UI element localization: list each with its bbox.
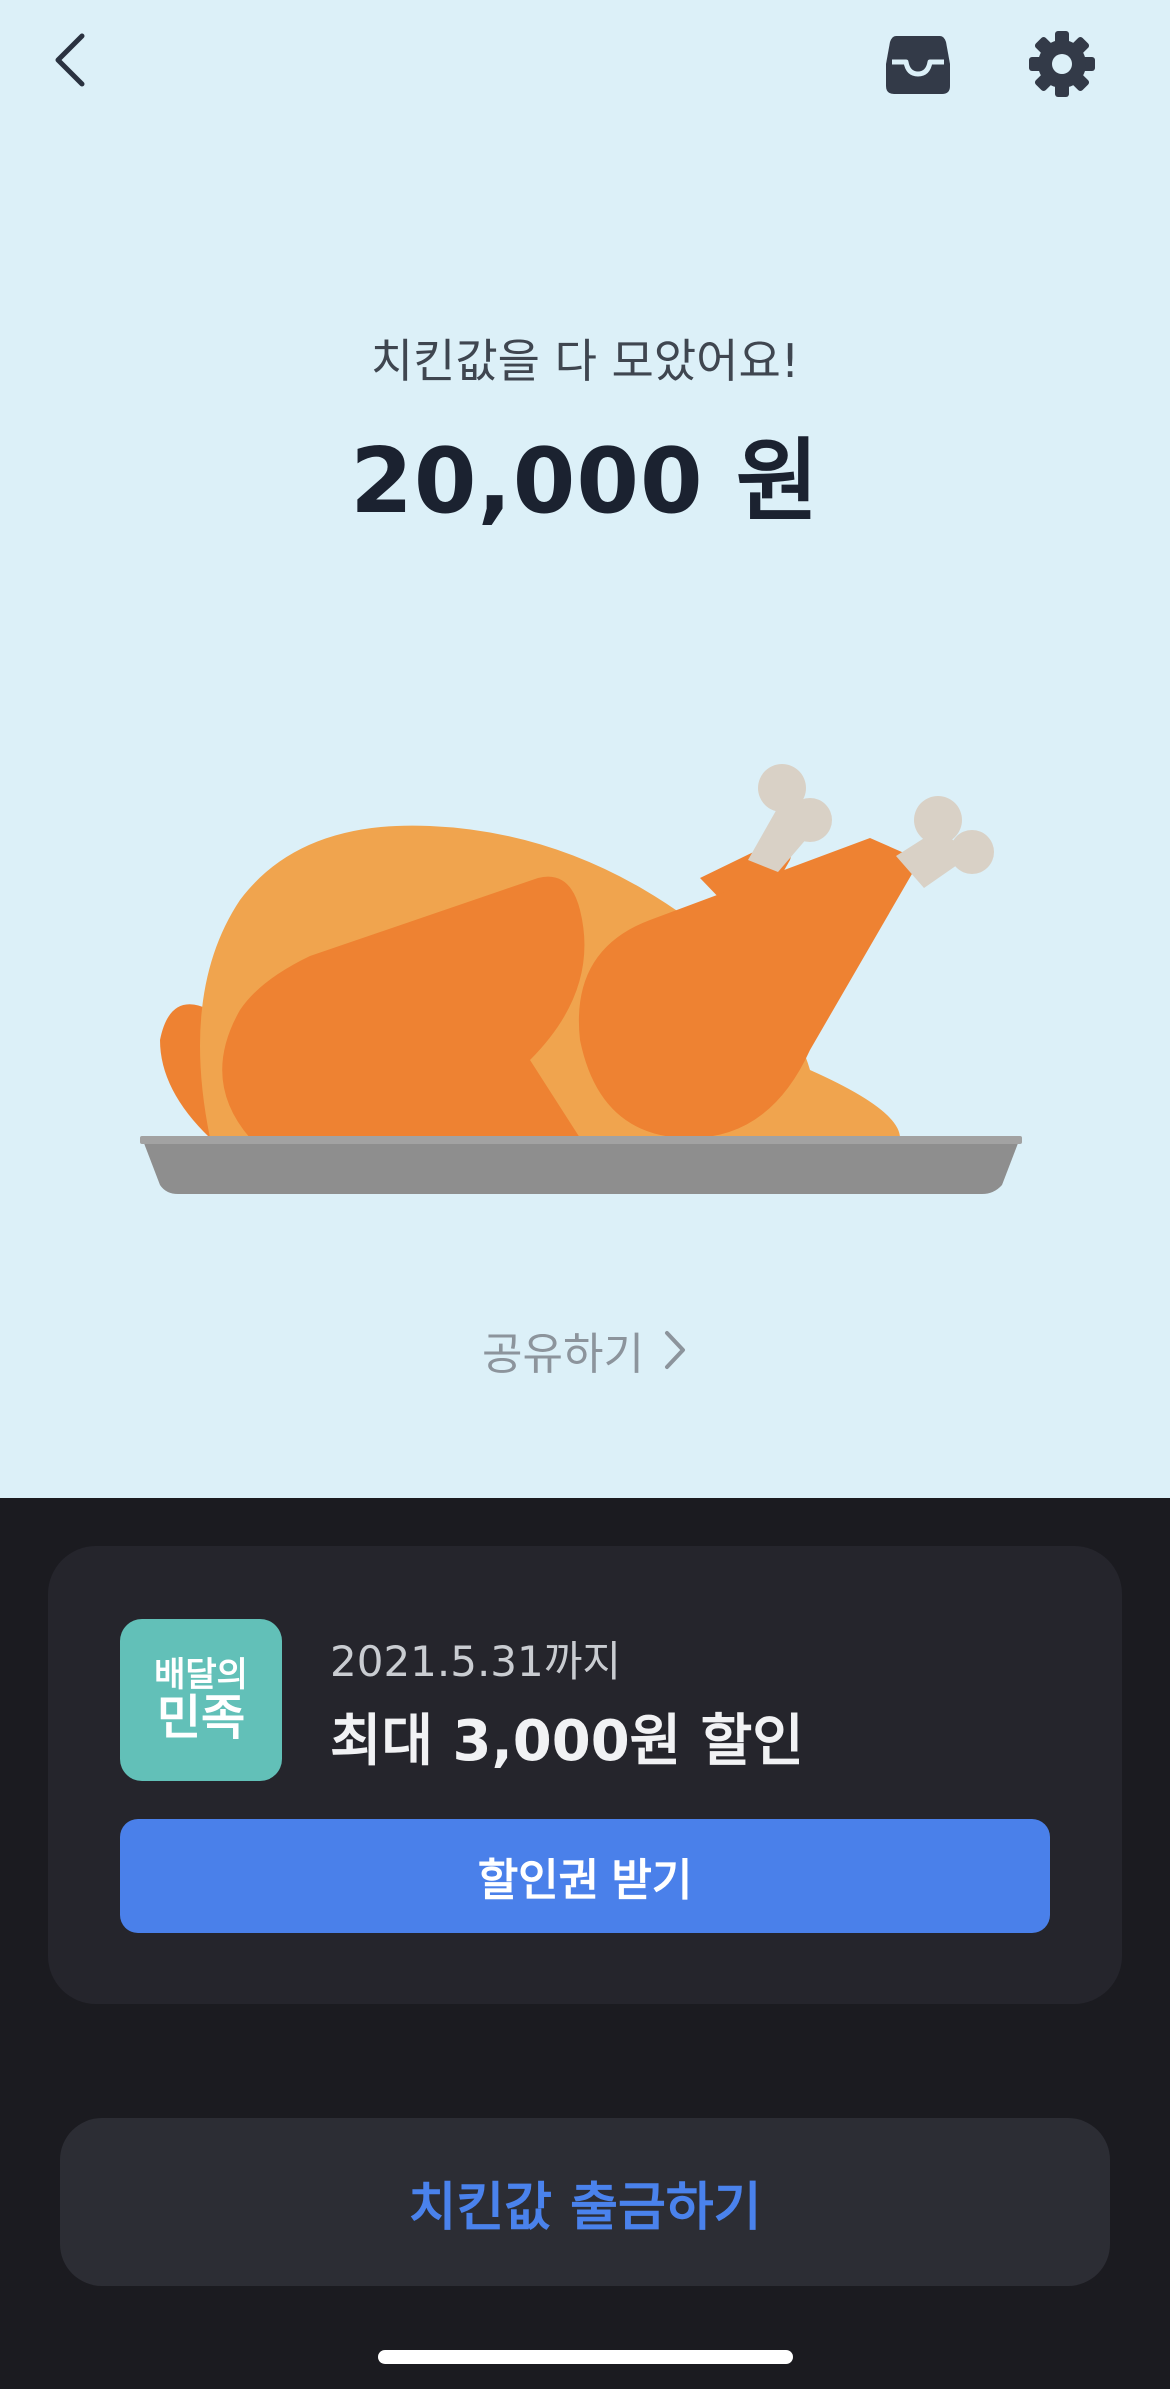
coupon-card: 배달의 민족 2021.5.31까지 최대 3,000원 할인 할인권 받기 [48,1546,1122,2004]
coupon-expiry: 2021.5.31까지 [330,1637,622,1686]
settings-button[interactable] [1020,22,1104,106]
chevron-left-icon [55,33,85,87]
baemin-logo: 배달의 민족 [120,1619,282,1781]
coupon-title: 최대 3,000원 할인 [330,1709,804,1774]
saved-amount: 20,000 원 [350,429,820,534]
inbox-icon [886,36,950,94]
roast-chicken-illustration [140,764,1022,1194]
saved-message: 치킨값을 다 모았어요! [370,334,800,388]
inbox-button[interactable] [876,26,960,102]
get-coupon-button[interactable]: 할인권 받기 [120,1819,1050,1933]
share-label: 공유하기 [482,1329,644,1380]
home-indicator[interactable] [378,2350,793,2364]
chevron-right-icon [664,1331,685,1369]
gear-icon [1029,31,1095,97]
share-link[interactable]: 공유하기 [0,1318,1170,1382]
hero-section: 치킨값을 다 모았어요! 20,000 원 공유하기 [0,0,1170,1498]
withdraw-button[interactable]: 치킨값 출금하기 [60,2118,1110,2286]
logo-line1: 배달의 [154,1655,248,1695]
back-button[interactable] [40,24,100,96]
logo-line2: 민족 [156,1690,246,1746]
